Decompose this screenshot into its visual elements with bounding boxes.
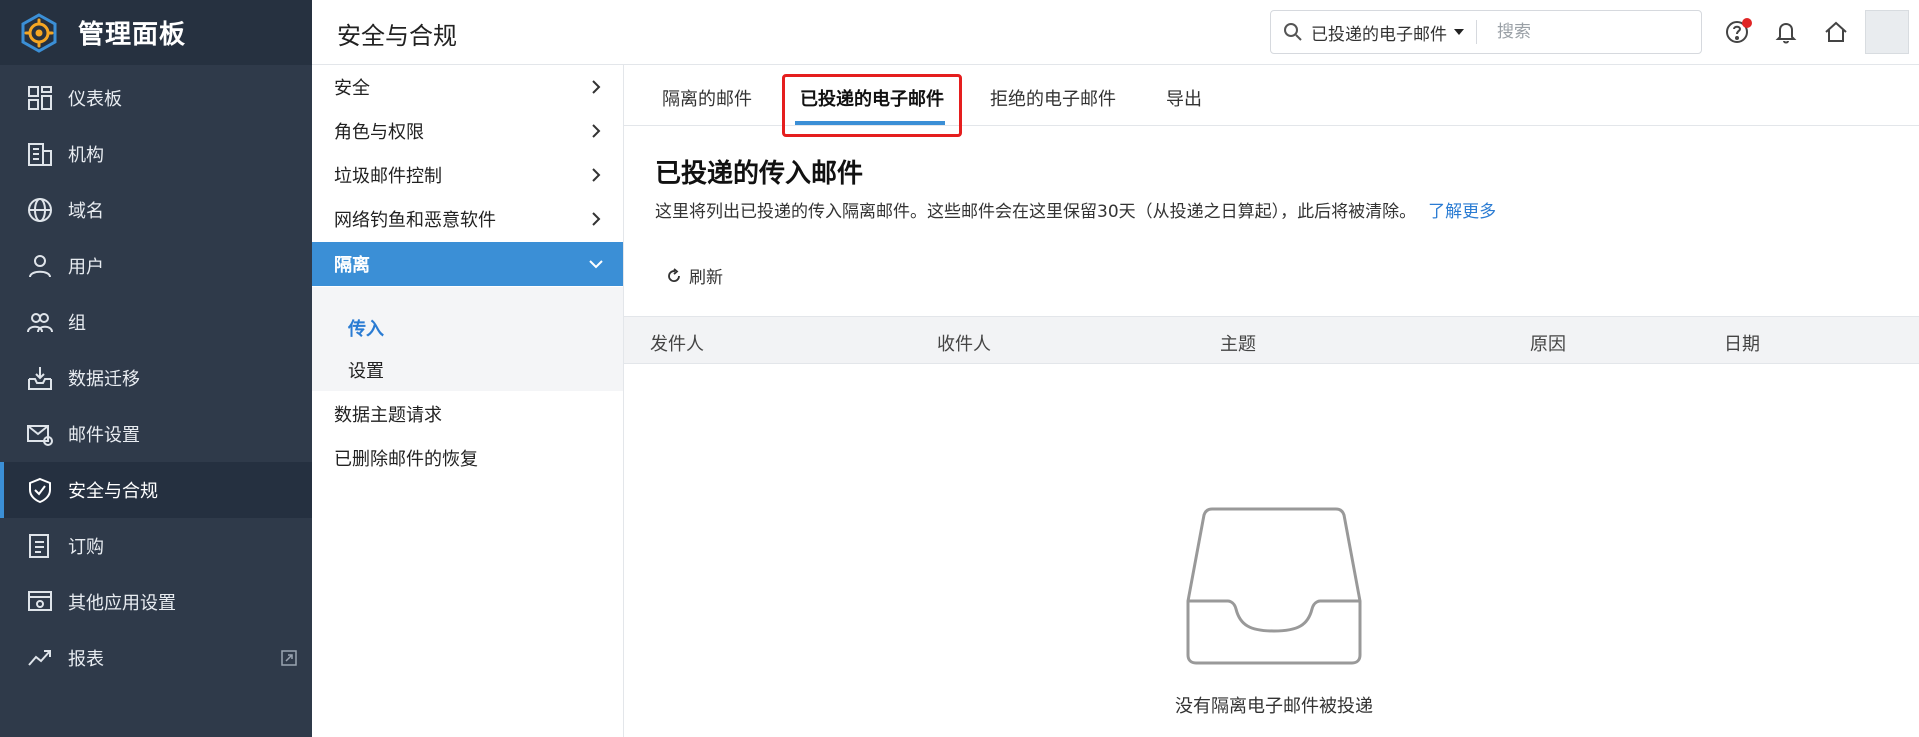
bell-icon[interactable] bbox=[1772, 18, 1800, 46]
submenu-item-data-subject-requests[interactable]: 数据主题请求 bbox=[312, 392, 623, 436]
home-icon[interactable] bbox=[1822, 18, 1850, 46]
nav-item-label: 报表 bbox=[68, 649, 104, 670]
nav-item-orders[interactable]: 订购 bbox=[0, 518, 312, 574]
nav-item-label: 用户 bbox=[68, 257, 104, 278]
trend-chart-icon bbox=[28, 650, 51, 666]
column-header-date[interactable]: 日期 bbox=[1724, 330, 1760, 356]
chevron-right-icon bbox=[592, 80, 601, 94]
main-content: 隔离的邮件 已投递的电子邮件 拒绝的电子邮件 导出 已投递的传入邮件 这里将列出… bbox=[624, 65, 1919, 737]
column-header-reason[interactable]: 原因 bbox=[1530, 330, 1566, 356]
section-title: 已投递的传入邮件 bbox=[655, 159, 864, 189]
submenu-item-spam-control[interactable]: 垃圾邮件控制 bbox=[312, 153, 623, 197]
nav-item-organization[interactable]: 机构 bbox=[0, 126, 312, 182]
nav-item-data-migration[interactable]: 数据迁移 bbox=[0, 350, 312, 406]
refresh-button[interactable]: 刷新 bbox=[665, 263, 723, 288]
table-header: 发件人 收件人 主题 原因 日期 bbox=[624, 316, 1919, 364]
nav-item-users[interactable]: 用户 bbox=[0, 238, 312, 294]
user-icon bbox=[29, 255, 51, 278]
nav-item-label: 机构 bbox=[68, 145, 104, 166]
search-bar: 已投递的电子邮件 bbox=[1270, 10, 1702, 54]
admin-logo-icon bbox=[21, 12, 57, 53]
tab-rejected-email[interactable]: 拒绝的电子邮件 bbox=[990, 85, 1116, 111]
column-header-subject[interactable]: 主题 bbox=[1220, 330, 1256, 356]
submenu-item-security[interactable]: 安全 bbox=[312, 65, 623, 109]
nav-item-label: 域名 bbox=[68, 201, 104, 222]
app-header: 管理面板 bbox=[0, 0, 312, 65]
chevron-right-icon bbox=[592, 168, 601, 182]
submenu-item-label: 已删除邮件的恢复 bbox=[334, 449, 478, 470]
page-title: 安全与合规 bbox=[337, 22, 457, 50]
section-submenu: 安全 角色与权限 垃圾邮件控制 网络钓鱼和恶意软件 隔离 传入 设置 数据主题请… bbox=[312, 65, 624, 737]
submenu-item-label: 角色与权限 bbox=[334, 122, 424, 143]
submenu-item-label: 垃圾邮件控制 bbox=[334, 166, 442, 187]
empty-state-message: 没有隔离电子邮件被投递 bbox=[1175, 696, 1373, 717]
globe-icon bbox=[28, 198, 52, 222]
chevron-down-icon bbox=[589, 260, 603, 269]
tab-quarantined-mail[interactable]: 隔离的邮件 bbox=[662, 85, 752, 111]
chevron-right-icon bbox=[592, 124, 601, 138]
nav-item-label: 安全与合规 bbox=[68, 481, 158, 502]
group-icon bbox=[27, 313, 53, 333]
nav-item-security-compliance[interactable]: 安全与合规 bbox=[0, 462, 312, 518]
submenu-item-label: 数据主题请求 bbox=[334, 405, 442, 426]
avatar[interactable] bbox=[1865, 10, 1909, 54]
refresh-icon bbox=[668, 267, 680, 282]
nav-item-label: 其他应用设置 bbox=[68, 593, 176, 614]
caret-down-icon bbox=[1454, 29, 1464, 35]
search-divider bbox=[1476, 20, 1477, 44]
search-scope-dropdown[interactable]: 已投递的电子邮件 bbox=[1311, 20, 1466, 45]
empty-inbox-icon bbox=[1186, 507, 1362, 665]
inbox-download-icon bbox=[28, 367, 52, 390]
dashboard-icon bbox=[28, 86, 52, 110]
nav-item-mail-settings[interactable]: 邮件设置 bbox=[0, 406, 312, 462]
column-header-recipient[interactable]: 收件人 bbox=[937, 330, 991, 356]
submenu-subitem-incoming[interactable]: 传入 bbox=[348, 315, 384, 341]
nav-item-dashboard[interactable]: 仪表板 bbox=[0, 70, 312, 126]
main-sidebar: 管理面板 仪表板 机构 域名 用户 组 数据迁移 邮件设置 安全与合规 订购 其… bbox=[0, 0, 312, 737]
submenu-item-label: 安全 bbox=[334, 78, 370, 99]
quarantine-subitems: 传入 设置 bbox=[312, 287, 623, 391]
nav-item-label: 订购 bbox=[68, 537, 104, 558]
top-header: 安全与合规 已投递的电子邮件 bbox=[312, 0, 1919, 65]
submenu-item-phishing-malware[interactable]: 网络钓鱼和恶意软件 bbox=[312, 197, 623, 241]
search-icon bbox=[1284, 23, 1302, 41]
submenu-item-roles-permissions[interactable]: 角色与权限 bbox=[312, 109, 623, 153]
nav-item-other-app-settings[interactable]: 其他应用设置 bbox=[0, 574, 312, 630]
app-title: 管理面板 bbox=[78, 20, 187, 50]
external-link-icon[interactable] bbox=[280, 649, 298, 667]
nav-item-domains[interactable]: 域名 bbox=[0, 182, 312, 238]
learn-more-link[interactable]: 了解更多 bbox=[1428, 202, 1496, 222]
nav-item-label: 组 bbox=[68, 313, 86, 334]
submenu-item-label: 网络钓鱼和恶意软件 bbox=[334, 210, 496, 231]
submenu-subitem-settings[interactable]: 设置 bbox=[348, 357, 384, 383]
building-icon bbox=[28, 143, 52, 166]
nav-item-label: 邮件设置 bbox=[68, 425, 140, 446]
nav-item-label: 仪表板 bbox=[68, 89, 122, 110]
mail-settings-icon bbox=[27, 425, 53, 446]
annotation-highlight-box bbox=[782, 74, 962, 137]
submenu-item-deleted-mail-recovery[interactable]: 已删除邮件的恢复 bbox=[312, 436, 623, 480]
section-description: 这里将列出已投递的传入隔离邮件。这些邮件会在这里保留30天（从投递之日算起），此… bbox=[655, 197, 1496, 222]
nav-item-groups[interactable]: 组 bbox=[0, 294, 312, 350]
search-scope-label: 已投递的电子邮件 bbox=[1311, 24, 1447, 45]
shield-check-icon bbox=[29, 477, 51, 504]
app-settings-icon bbox=[28, 591, 52, 611]
refresh-label: 刷新 bbox=[689, 268, 723, 288]
submenu-item-label: 隔离 bbox=[334, 255, 370, 276]
column-header-sender[interactable]: 发件人 bbox=[650, 330, 704, 356]
description-text: 这里将列出已投递的传入隔离邮件。这些邮件会在这里保留30天（从投递之日算起），此… bbox=[655, 202, 1417, 222]
chevron-right-icon bbox=[592, 212, 601, 226]
nav-item-label: 数据迁移 bbox=[68, 369, 140, 390]
tab-export[interactable]: 导出 bbox=[1166, 85, 1202, 111]
submenu-item-quarantine[interactable]: 隔离 bbox=[312, 242, 623, 286]
order-list-icon bbox=[29, 534, 49, 558]
nav-item-reports[interactable]: 报表 bbox=[0, 630, 312, 686]
search-input[interactable] bbox=[1497, 22, 1657, 42]
notification-dot bbox=[1742, 18, 1752, 28]
